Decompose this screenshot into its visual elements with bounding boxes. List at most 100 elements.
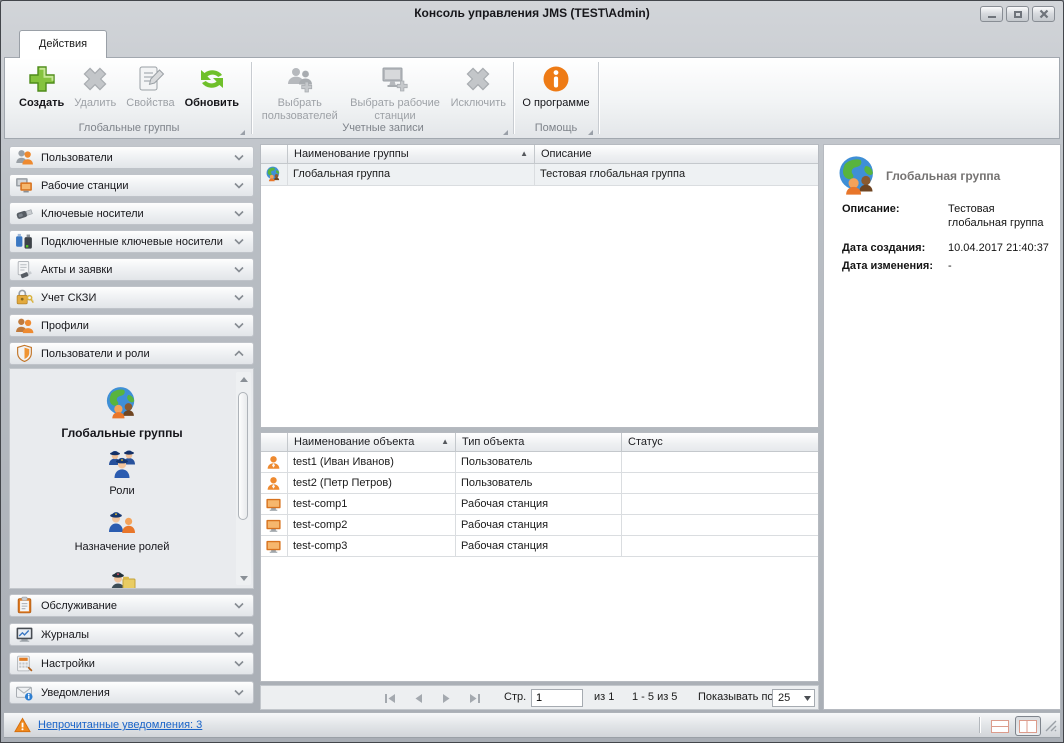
sidebar-item-settings[interactable]: Настройки bbox=[9, 652, 254, 675]
detail-label: Дата создания: bbox=[842, 242, 926, 254]
sidebar-item-skzi[interactable]: Учет СКЗИ bbox=[9, 286, 254, 309]
detail-label: Описание: bbox=[842, 203, 900, 215]
first-page-button[interactable] bbox=[379, 690, 401, 707]
last-page-button[interactable] bbox=[463, 690, 485, 707]
select-users-icon bbox=[284, 63, 316, 95]
app-window: Консоль управления JMS (TEST\Admin) Дейс… bbox=[0, 0, 1064, 743]
members-grid-header: Наименование объекта ▲ Тип объекта Стату… bbox=[261, 433, 818, 452]
sidebar-item-workstations[interactable]: Рабочие станции bbox=[9, 174, 254, 197]
minimize-button[interactable] bbox=[980, 6, 1003, 22]
column-header-object-type[interactable]: Тип объекта bbox=[455, 433, 621, 451]
column-header-group-name[interactable]: Наименование группы ▲ bbox=[287, 145, 534, 163]
document-usb-icon bbox=[15, 260, 34, 279]
chevron-down-icon bbox=[234, 320, 245, 332]
sidebar-item-key-media[interactable]: Ключевые носители bbox=[9, 202, 254, 225]
object-name-cell: test-comp3 bbox=[293, 540, 348, 552]
group-row[interactable]: Глобальная группа Тестовая глобальная гр… bbox=[261, 164, 818, 186]
envelope-info-icon bbox=[15, 683, 34, 702]
page-size-label: Показывать по bbox=[698, 691, 774, 703]
sidebar-item-maintenance[interactable]: Обслуживание bbox=[9, 594, 254, 617]
last-page-icon bbox=[469, 694, 480, 703]
workstation-icon bbox=[265, 517, 282, 534]
group-label-accounts: Учетные записи bbox=[342, 122, 424, 134]
scroll-up-icon[interactable] bbox=[236, 372, 251, 386]
ribbon-divider bbox=[251, 62, 252, 134]
member-row[interactable]: test-comp1 Рабочая станция bbox=[261, 494, 818, 515]
layout-vertical-button[interactable] bbox=[1015, 716, 1041, 736]
object-name-cell: test1 (Иван Иванов) bbox=[293, 456, 394, 468]
chevron-down-icon bbox=[234, 208, 245, 220]
select-users-button[interactable]: Выбрать пользователей bbox=[255, 61, 344, 125]
group-dialog-launcher-icon[interactable] bbox=[588, 130, 593, 135]
icon-column-header[interactable] bbox=[261, 145, 287, 163]
title-bar: Консоль управления JMS (TEST\Admin) bbox=[1, 1, 1063, 27]
prev-page-button[interactable] bbox=[407, 690, 429, 707]
about-button[interactable]: О программе bbox=[517, 61, 594, 112]
column-header-status[interactable]: Статус bbox=[621, 433, 818, 451]
chevron-down-icon bbox=[234, 264, 245, 276]
object-name-cell: test-comp2 bbox=[293, 519, 348, 531]
sidebar-item-users[interactable]: Пользователи bbox=[9, 146, 254, 169]
member-row[interactable]: test-comp3 Рабочая станция bbox=[261, 536, 818, 557]
chevron-down-icon bbox=[234, 236, 245, 248]
warning-icon bbox=[14, 717, 31, 733]
layout-horizontal-icon bbox=[991, 719, 1009, 733]
object-status-cell bbox=[627, 515, 814, 535]
sidebar-item-users-and-roles[interactable]: Пользователи и роли bbox=[9, 342, 254, 365]
group-description-cell: Тестовая глобальная группа bbox=[540, 168, 686, 180]
add-icon bbox=[26, 63, 58, 95]
create-button[interactable]: Создать bbox=[14, 61, 69, 112]
pager: Стр. из 1 1 - 5 из 5 Показывать по 25 bbox=[260, 685, 819, 710]
next-page-button[interactable] bbox=[435, 690, 457, 707]
detail-value: Тестовая глобальная группа bbox=[948, 203, 1044, 229]
exclude-button[interactable]: Исключить bbox=[446, 61, 511, 112]
range-label: 1 - 5 из 5 bbox=[632, 691, 678, 703]
layout-horizontal-button[interactable] bbox=[987, 716, 1013, 736]
close-icon bbox=[1039, 9, 1048, 19]
group-dialog-launcher-icon[interactable] bbox=[503, 130, 508, 135]
delete-button[interactable]: Удалить bbox=[69, 61, 121, 112]
sidebar-item-notifications[interactable]: Уведомления bbox=[9, 681, 254, 704]
page-size-select[interactable]: 25 bbox=[772, 689, 815, 707]
icon-column-header[interactable] bbox=[261, 433, 287, 451]
maximize-button[interactable] bbox=[1006, 6, 1029, 22]
tab-actions[interactable]: Действия bbox=[19, 30, 107, 58]
groups-grid: Наименование группы ▲ Описание Глобальна… bbox=[260, 144, 819, 428]
properties-button[interactable]: Свойства bbox=[121, 61, 179, 112]
resize-grip[interactable] bbox=[1044, 719, 1058, 733]
connected-usb-icon bbox=[15, 232, 34, 251]
sidebar-item-journals[interactable]: Журналы bbox=[9, 623, 254, 646]
ribbon-group-help: О программе Помощь bbox=[516, 58, 596, 138]
nav-scrollbar[interactable] bbox=[236, 372, 251, 585]
object-type-cell: Рабочая станция bbox=[461, 540, 549, 552]
scroll-down-icon[interactable] bbox=[236, 571, 251, 585]
workstation-icon bbox=[265, 496, 282, 513]
select-workstations-button[interactable]: Выбрать рабочие станции bbox=[344, 61, 445, 125]
sidebar-item-profiles[interactable]: Профили bbox=[9, 314, 254, 337]
member-row[interactable]: test2 (Петр Петров) Пользователь bbox=[261, 473, 818, 494]
page-number-input[interactable] bbox=[531, 689, 583, 707]
sidebar-item-connected-key-media[interactable]: Подключенные ключевые носители bbox=[9, 230, 254, 253]
member-row[interactable]: test-comp2 Рабочая станция bbox=[261, 515, 818, 536]
unread-notifications-link[interactable]: Непрочитанные уведомления: 3 bbox=[38, 719, 202, 731]
nav-item-role-assignment[interactable]: Назначение ролей bbox=[10, 501, 234, 553]
refresh-button[interactable]: Обновить bbox=[180, 61, 244, 112]
role-assignment-icon bbox=[104, 501, 140, 537]
nav-item-roles[interactable]: Роли bbox=[10, 445, 234, 497]
workstations-icon bbox=[15, 176, 34, 195]
object-type-cell: Рабочая станция bbox=[461, 519, 549, 531]
next-page-icon bbox=[442, 694, 449, 703]
member-row[interactable]: test1 (Иван Иванов) Пользователь bbox=[261, 452, 818, 473]
group-dialog-launcher-icon[interactable] bbox=[240, 130, 245, 135]
pages-total-label: из 1 bbox=[594, 691, 615, 703]
column-header-description[interactable]: Описание bbox=[534, 145, 818, 163]
column-header-object-name[interactable]: Наименование объекта ▲ bbox=[287, 433, 455, 451]
ribbon-group-global-groups: Создать Удалить Свойства Обновить Глобал… bbox=[10, 58, 248, 138]
user-icon bbox=[265, 454, 282, 471]
nav-item-partial[interactable] bbox=[10, 561, 234, 588]
nav-item-global-groups[interactable]: Глобальные группы bbox=[10, 386, 234, 440]
scrollbar-thumb[interactable] bbox=[238, 392, 248, 520]
close-button[interactable] bbox=[1032, 6, 1055, 22]
sidebar-item-acts[interactable]: Акты и заявки bbox=[9, 258, 254, 281]
maximize-icon bbox=[1013, 10, 1022, 18]
